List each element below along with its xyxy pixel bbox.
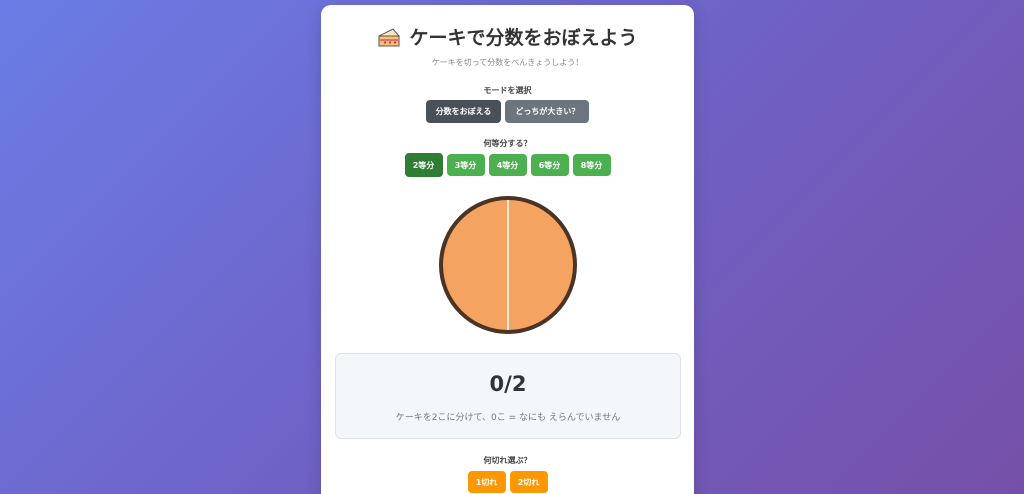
subtitle: ケーキを切って分数をべんきょうしよう！ [431,58,584,67]
divide-6-button[interactable]: 6等分 [530,154,569,176]
divide-2-button[interactable]: 2等分 [404,153,443,177]
fraction-display: 0/2 [489,372,527,396]
division-buttons: 2等分 3等分 4等分 6等分 8等分 [321,153,694,177]
divide-8-button[interactable]: 8等分 [572,154,611,176]
divide-3-button[interactable]: 3等分 [446,154,485,176]
mode-learn-button[interactable]: 分数をおぼえる [425,100,502,123]
mode-compare-button[interactable]: どっちが大きい？ [505,100,590,123]
mode-label: モードを選択 [483,86,532,95]
pick-label: 何切れ選ぶ？ [483,456,532,465]
result-panel: 0/2 ケーキを2こに分けて、0こ = なにも えらんでいません [335,353,681,439]
title-text: ケーキで分数をおぼえよう [409,27,638,49]
cake-svg [439,196,577,334]
app-card: ケーキで分数をおぼえよう ケーキを切って分数をべんきょうしよう！ モードを選択 … [321,5,694,494]
pick-2-button[interactable]: 2切れ [509,471,548,493]
divide-4-button[interactable]: 4等分 [488,154,527,176]
cake-icon [378,27,401,46]
divisions-label: 何等分する？ [483,139,532,148]
pick-buttons: 1切れ 2切れ [321,471,694,493]
fraction-description: ケーキを2こに分けて、0こ = なにも えらんでいません [395,413,621,423]
page-title: ケーキで分数をおぼえよう [321,23,694,50]
mode-buttons: 分数をおぼえる どっちが大きい？ [321,100,694,123]
cake-diagram [438,195,578,335]
pick-1-button[interactable]: 1切れ [467,471,506,493]
